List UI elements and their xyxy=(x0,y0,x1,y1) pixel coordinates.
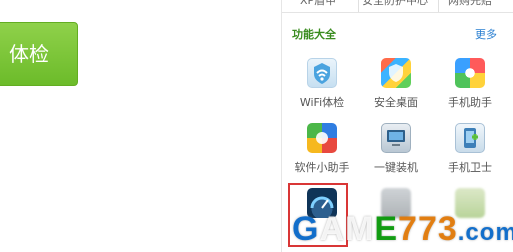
tile-phone-guard[interactable]: 手机卫士 xyxy=(434,123,506,175)
tile-label: 安全桌面 xyxy=(374,96,418,109)
tile-phone-assistant[interactable]: 手机助手 xyxy=(434,58,506,110)
phone-assistant-icon xyxy=(455,58,485,88)
watermark-part: G xyxy=(292,210,320,248)
page: 体检 XP盾甲 安全防护中心 网购先赔 功能大全 更多 WiFi体检 安全桌面 … xyxy=(0,0,513,252)
tile-safe-desktop[interactable]: 安全桌面 xyxy=(360,58,432,110)
tile-label: 软件小助手 xyxy=(294,161,350,174)
tile-label: 一键装机 xyxy=(374,161,418,174)
tile-label: 手机助手 xyxy=(448,96,492,109)
top-tabs: XP盾甲 安全防护中心 网购先赔 xyxy=(282,0,513,13)
tile-wifi-check[interactable]: WiFi体检 xyxy=(286,58,358,110)
tile-one-click-install[interactable]: 一键装机 xyxy=(360,123,432,175)
check-button[interactable]: 体检 xyxy=(0,22,78,86)
tab-separator xyxy=(358,0,359,12)
phone-guard-icon xyxy=(455,123,485,153)
tile-label: WiFi体检 xyxy=(299,96,345,109)
watermark-part: .com xyxy=(457,219,513,246)
software-helper-icon xyxy=(307,123,337,153)
check-button-label: 体检 xyxy=(9,42,49,66)
watermark-part: M xyxy=(345,210,375,248)
watermark-part: E xyxy=(374,210,399,248)
tab-xp-shield[interactable]: XP盾甲 xyxy=(300,0,336,8)
section-title: 功能大全 xyxy=(292,28,336,41)
watermark-part: 773 xyxy=(398,210,458,248)
tab-separator xyxy=(438,0,439,12)
tab-online-shopping[interactable]: 网购先赔 xyxy=(448,0,492,8)
watermark-part: A xyxy=(319,210,346,248)
watermark-logo: GAME773.com xyxy=(292,212,513,250)
safe-desktop-icon xyxy=(381,58,411,88)
tile-label: 手机卫士 xyxy=(448,161,492,174)
one-click-install-icon xyxy=(381,123,411,153)
wifi-check-icon xyxy=(307,58,337,88)
tile-software-helper[interactable]: 软件小助手 xyxy=(286,123,358,175)
more-link[interactable]: 更多 xyxy=(475,26,497,42)
tab-security-center[interactable]: 安全防护中心 xyxy=(362,0,428,8)
